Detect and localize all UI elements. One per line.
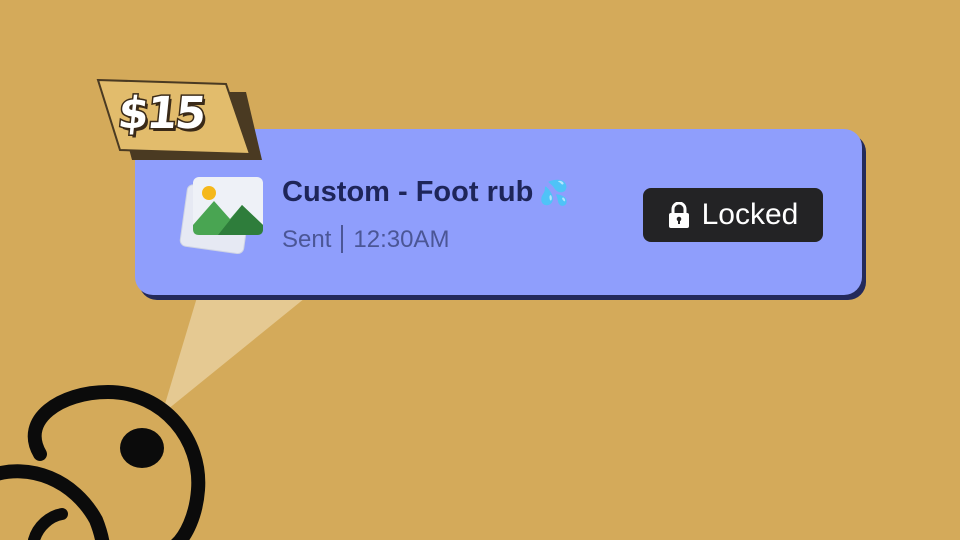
- message-status: Sent: [282, 226, 332, 253]
- message-title: Custom - Foot rub 💦: [282, 176, 569, 209]
- meta-divider: [341, 225, 344, 253]
- sweat-droplets-emoji: 💦: [539, 179, 570, 207]
- locked-button[interactable]: Locked: [643, 188, 823, 242]
- message-meta: Sent 12:30AM: [282, 225, 449, 254]
- lock-icon: [668, 202, 689, 228]
- mascot-character: [0, 384, 206, 540]
- locked-button-label: Locked: [701, 198, 799, 231]
- image-gallery-icon: [179, 177, 263, 255]
- message-time: 12:30AM: [353, 226, 450, 253]
- price-label: $15: [114, 87, 208, 141]
- message-title-text: Custom - Foot rub: [282, 176, 534, 208]
